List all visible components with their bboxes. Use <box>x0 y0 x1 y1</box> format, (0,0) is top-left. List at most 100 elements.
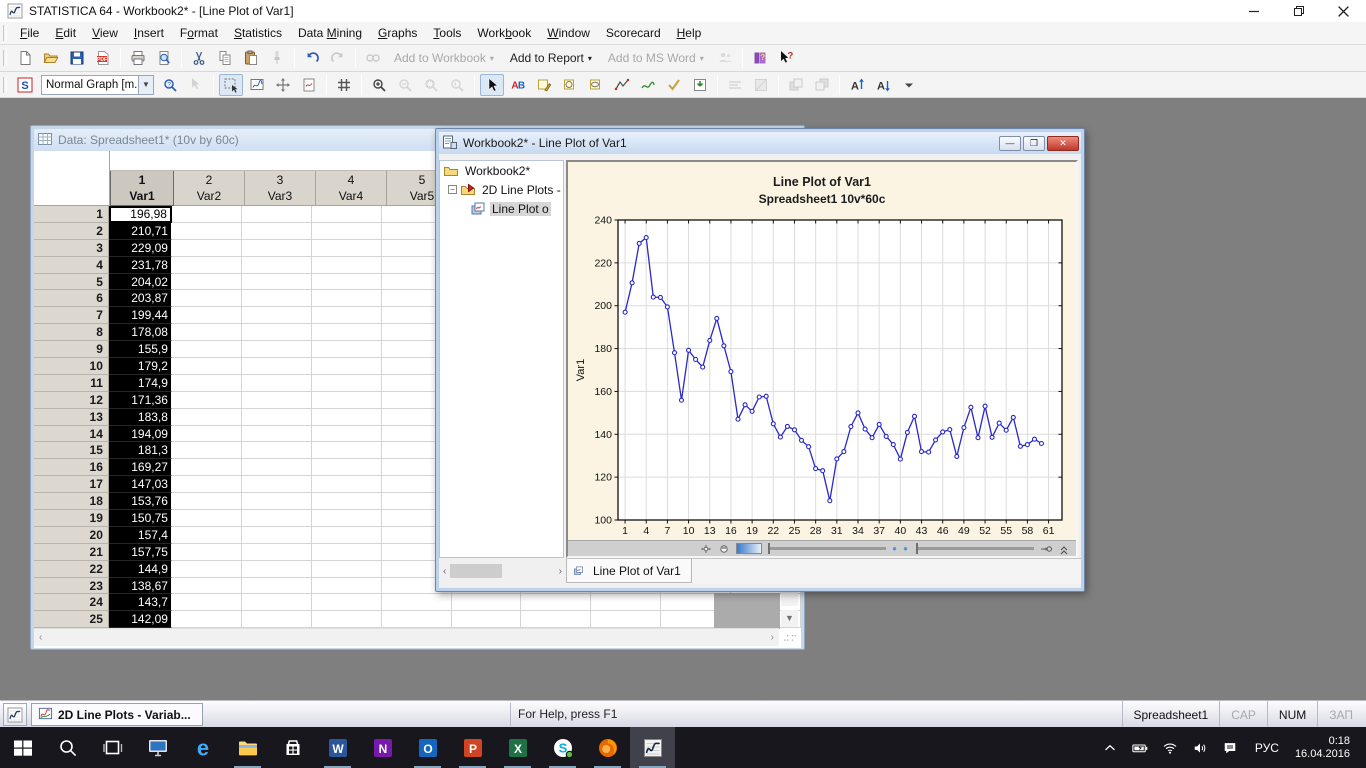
help-book-button[interactable]: ? <box>748 47 772 69</box>
cell-var1-row21[interactable]: 157,75 <box>108 543 172 561</box>
cell-empty[interactable] <box>241 476 312 494</box>
cell-empty[interactable] <box>311 206 382 223</box>
cell-empty[interactable] <box>311 611 382 629</box>
cell-empty[interactable] <box>171 391 242 409</box>
row-header[interactable]: 2 <box>34 222 109 240</box>
shade-button[interactable] <box>749 74 773 96</box>
cell-var1-row18[interactable]: 153,76 <box>108 493 172 511</box>
print-preview-button[interactable] <box>152 47 176 69</box>
row-header[interactable]: 16 <box>34 459 109 477</box>
cell-empty[interactable] <box>451 611 522 629</box>
tree-item-2d-line-plots[interactable]: − 2D Line Plots - <box>440 180 563 199</box>
copy-button[interactable] <box>213 47 237 69</box>
cell-empty[interactable] <box>381 594 452 612</box>
cell-empty[interactable] <box>171 611 242 629</box>
taskbar-excel-button[interactable]: X <box>495 727 540 768</box>
cell-var1-row7[interactable]: 199,44 <box>108 307 172 325</box>
menu-insert[interactable]: Insert <box>126 23 172 43</box>
cell-empty[interactable] <box>311 290 382 308</box>
cell-empty[interactable] <box>171 493 242 511</box>
cell-empty[interactable] <box>241 611 312 629</box>
resize-grip-icon[interactable]: ⠠⠤ ⠒⠂ <box>783 630 797 646</box>
graph-style-combo[interactable]: Normal Graph [m... ▼ <box>41 74 154 95</box>
freehand-tool-button[interactable] <box>636 74 660 96</box>
open-button[interactable] <box>39 47 63 69</box>
polyline-tool-button[interactable] <box>610 74 634 96</box>
print-button[interactable] <box>126 47 150 69</box>
cell-empty[interactable] <box>521 611 592 629</box>
cell-empty[interactable] <box>241 391 312 409</box>
row-header[interactable]: 7 <box>34 307 109 325</box>
cell-empty[interactable] <box>311 493 382 511</box>
menu-workbook[interactable]: Workbook <box>469 23 539 43</box>
cell-empty[interactable] <box>241 290 312 308</box>
language-indicator[interactable]: РУС <box>1247 741 1287 755</box>
cell-empty[interactable] <box>171 222 242 240</box>
cell-empty[interactable] <box>241 307 312 325</box>
cell-empty[interactable] <box>171 459 242 477</box>
cell-empty[interactable] <box>241 577 312 595</box>
cell-empty[interactable] <box>591 594 662 612</box>
slider-thumb[interactable] <box>768 543 771 554</box>
row-header[interactable]: 23 <box>34 577 109 595</box>
pointer-button[interactable] <box>480 73 504 96</box>
cell-var1-row5[interactable]: 204,02 <box>108 273 172 291</box>
cell-empty[interactable] <box>311 543 382 561</box>
taskbar-onenote-button[interactable]: N <box>360 727 405 768</box>
font-up-button[interactable]: A <box>845 74 869 96</box>
toolbar-grip[interactable] <box>3 25 7 41</box>
menu-statistics[interactable]: Statistics <box>226 23 290 43</box>
find-button[interactable] <box>361 47 385 69</box>
cell-empty[interactable] <box>311 273 382 291</box>
ellipse-tool-button[interactable] <box>584 74 608 96</box>
new-button[interactable] <box>13 47 37 69</box>
cell-empty[interactable] <box>171 543 242 561</box>
spreadsheet-corner-cell[interactable] <box>34 151 110 206</box>
menu-help[interactable]: Help <box>669 23 710 43</box>
add-to-workbook-button[interactable]: Add to Workbook ▾ <box>387 48 501 68</box>
cell-var1-row25[interactable]: 142,09 <box>108 611 172 629</box>
row-header[interactable]: 3 <box>34 239 109 257</box>
mini-doc-button[interactable] <box>297 74 321 96</box>
workbook-close-button[interactable]: ✕ <box>1047 135 1079 151</box>
taskbar-search-button[interactable] <box>45 727 90 768</box>
cell-empty[interactable] <box>171 442 242 460</box>
row-header[interactable]: 11 <box>34 374 109 392</box>
cell-empty[interactable] <box>381 611 452 629</box>
cell-empty[interactable] <box>171 273 242 291</box>
redo-button[interactable] <box>326 47 350 69</box>
pan-icon[interactable] <box>700 543 712 555</box>
cell-empty[interactable] <box>171 510 242 527</box>
edit-graph-button[interactable] <box>245 74 269 96</box>
move-resize-button[interactable] <box>271 74 295 96</box>
text-tool-button[interactable]: AB <box>506 74 530 96</box>
embed-tool-button[interactable] <box>688 74 712 96</box>
row-header[interactable]: 10 <box>34 358 109 375</box>
collapse-icon[interactable] <box>1058 543 1070 555</box>
tree-item-line-plot[interactable]: Line Plot o <box>440 199 563 218</box>
row-header[interactable]: 20 <box>34 526 109 544</box>
hand-icon[interactable] <box>718 543 730 555</box>
menu-tools[interactable]: Tools <box>425 23 469 43</box>
cell-var1-row17[interactable]: 147,03 <box>108 476 172 494</box>
cell-empty[interactable] <box>171 206 242 223</box>
menu-graphs[interactable]: Graphs <box>370 23 425 43</box>
row-header[interactable]: 15 <box>34 442 109 460</box>
cell-var1-row2[interactable]: 210,71 <box>108 222 172 240</box>
cell-empty[interactable] <box>311 307 382 325</box>
add-to-ms-word-button[interactable]: Add to MS Word ▾ <box>601 48 711 68</box>
taskbar-explorer-button[interactable] <box>225 727 270 768</box>
cell-empty[interactable] <box>171 239 242 257</box>
column-header-var4[interactable]: 4 Var4 <box>316 171 387 206</box>
battery-icon[interactable] <box>1127 727 1153 768</box>
whats-this-button[interactable]: ? <box>774 47 798 69</box>
cell-empty[interactable] <box>311 442 382 460</box>
scrollbar-thumb[interactable] <box>450 564 503 578</box>
spreadsheet-horizontal-scrollbar[interactable]: ‹ › <box>34 628 779 646</box>
cell-empty[interactable] <box>311 510 382 527</box>
font-down-button[interactable]: A <box>871 74 895 96</box>
cell-empty[interactable] <box>241 560 312 578</box>
row-header[interactable]: 1 <box>34 206 109 223</box>
taskbar-task-view-button[interactable] <box>90 727 135 768</box>
add-to-report-button[interactable]: Add to Report ▾ <box>503 48 599 68</box>
